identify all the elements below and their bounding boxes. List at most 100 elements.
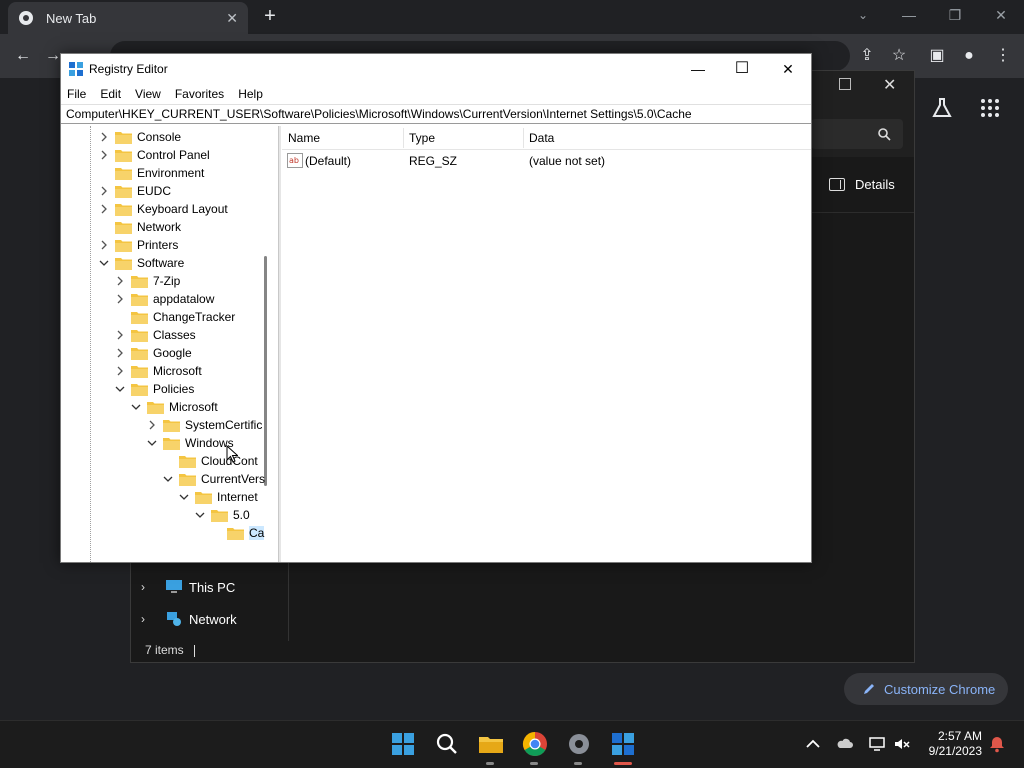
value-row[interactable]: ab (Default) REG_SZ (value not set) [282,152,811,170]
column-header-name[interactable]: Name [282,126,402,150]
new-tab-button[interactable]: + [260,6,280,26]
chevron-right-icon[interactable] [115,294,125,304]
tree-node[interactable]: Microsoft [131,398,218,416]
chevron-down-icon[interactable] [99,258,109,268]
chevron-down-icon[interactable] [147,438,157,448]
taskbar-search-icon[interactable] [433,730,461,758]
tree-node[interactable]: Internet [179,488,258,506]
chevron-right-icon[interactable] [115,276,125,286]
menu-file[interactable]: File [67,87,86,101]
menu-view[interactable]: View [135,87,161,101]
profile-icon[interactable]: ● [958,45,980,67]
onedrive-cloud-icon[interactable] [836,735,854,753]
chevron-right-icon[interactable] [99,132,109,142]
chevron-right-icon[interactable] [99,150,109,160]
explorer-close-button[interactable]: ✕ [883,75,896,95]
chrome-tab-new-tab[interactable]: New Tab ✕ [8,2,248,34]
settings-gear-icon[interactable] [565,730,593,758]
tree-node[interactable]: Network [99,218,181,236]
chevron-down-icon[interactable] [195,510,205,520]
tree-node-label: Internet [217,490,258,504]
tree-node[interactable]: ChangeTracker [115,308,235,326]
chevron-right-icon[interactable] [99,186,109,196]
nav-label: This PC [189,579,236,595]
regedit-minimize-button[interactable]: — [681,58,715,80]
clock-time: 2:57 AM [937,729,982,743]
regedit-close-button[interactable]: ✕ [771,58,805,80]
chevron-right-icon[interactable] [99,240,109,250]
apps-grid-icon[interactable] [980,98,1000,118]
chrome-restore-button[interactable]: ❐ [940,4,970,26]
customize-chrome-button[interactable]: Customize Chrome [844,673,1008,705]
tree-node[interactable]: EUDC [99,182,171,200]
chevron-down-icon[interactable] [179,492,189,502]
menu-edit[interactable]: Edit [100,87,121,101]
chrome-close-button[interactable]: ✕ [986,4,1016,26]
tray-chevron-up-icon[interactable] [804,735,822,753]
menu-dots-icon[interactable]: ⋮ [992,45,1014,67]
tree-node[interactable]: Printers [99,236,178,254]
tab-close-icon[interactable]: ✕ [226,10,238,27]
start-windows-icon[interactable] [389,730,417,758]
tree-node[interactable]: Google [115,344,192,362]
registry-editor-taskbar-icon[interactable] [609,730,637,758]
volume-muted-icon[interactable] [893,735,911,753]
tree-node[interactable]: SystemCertific [147,416,262,434]
chevron-down-icon[interactable] [115,384,125,394]
tree-node[interactable]: Keyboard Layout [99,200,228,218]
tree-node[interactable]: Software [99,254,184,272]
tree-node[interactable]: Classes [115,326,196,344]
tree-node[interactable]: Control Panel [99,146,210,164]
tree-node[interactable]: Console [99,128,181,146]
chevron-right-icon[interactable] [99,204,109,214]
search-icon[interactable] [877,127,891,141]
address-bar[interactable]: Computer\HKEY_CURRENT_USER\Software\Poli… [61,104,811,124]
share-icon[interactable]: ⇪ [856,45,878,67]
chevron-right-icon[interactable] [115,330,125,340]
labs-flask-icon[interactable] [930,96,954,120]
tree-node[interactable]: Ca [211,524,265,542]
nav-item-this-pc[interactable]: › This PC [141,575,235,599]
svg-text:ab: ab [289,156,299,165]
explorer-maximize-button[interactable] [839,78,851,90]
nav-item-network[interactable]: › Network [141,607,237,631]
value-type: REG_SZ [409,154,458,168]
tree-vertical-scrollbar[interactable] [264,256,267,486]
tree-node[interactable]: 7-Zip [115,272,180,290]
details-pane-button[interactable]: Details [829,177,895,192]
tree-node[interactable]: Windows [147,434,234,452]
column-header-data[interactable]: Data [523,126,723,150]
tab-search-chevron-icon[interactable]: ⌄ [848,4,878,26]
tree-node[interactable]: CurrentVers [163,470,265,488]
file-explorer-icon[interactable] [477,730,505,758]
tree-node[interactable]: 5.0 [195,506,250,524]
tree-node[interactable]: Environment [99,164,204,182]
tree-node[interactable]: CloudCont [163,452,258,470]
tree-node[interactable]: appdatalow [115,290,214,308]
chevron-down-icon[interactable] [163,474,173,484]
chevron-right-icon[interactable] [115,348,125,358]
chevron-right-icon[interactable] [115,366,125,376]
chevron-down-icon[interactable] [131,402,141,412]
chevron-right-icon[interactable]: › [141,580,153,594]
tree-node[interactable]: Microsoft [115,362,202,380]
menu-favorites[interactable]: Favorites [175,87,224,101]
back-arrow-icon[interactable]: ← [12,45,34,67]
chevron-right-icon[interactable] [147,420,157,430]
taskbar-clock[interactable]: 2:57 AM 9/21/2023 [926,729,982,759]
bookmark-star-icon[interactable]: ☆ [888,45,910,67]
menu-help[interactable]: Help [238,87,263,101]
tree-node-label: 5.0 [233,508,250,522]
chevron-right-icon[interactable]: › [141,612,153,626]
column-header-type[interactable]: Type [403,126,523,150]
chrome-taskbar-icon[interactable] [521,730,549,758]
tree-node-label: Network [137,220,182,234]
pane-splitter[interactable] [278,126,281,562]
registry-key-tree[interactable]: Console Control Panel Environment EUDC Keybo… [61,126,278,562]
side-panel-icon[interactable]: ▣ [926,45,948,67]
regedit-maximize-button[interactable]: ☐ [725,58,759,80]
notification-bell-icon[interactable] [988,735,1006,753]
network-display-icon[interactable] [868,735,886,753]
tree-node[interactable]: Policies [115,380,194,398]
chrome-minimize-button[interactable]: — [894,4,924,26]
